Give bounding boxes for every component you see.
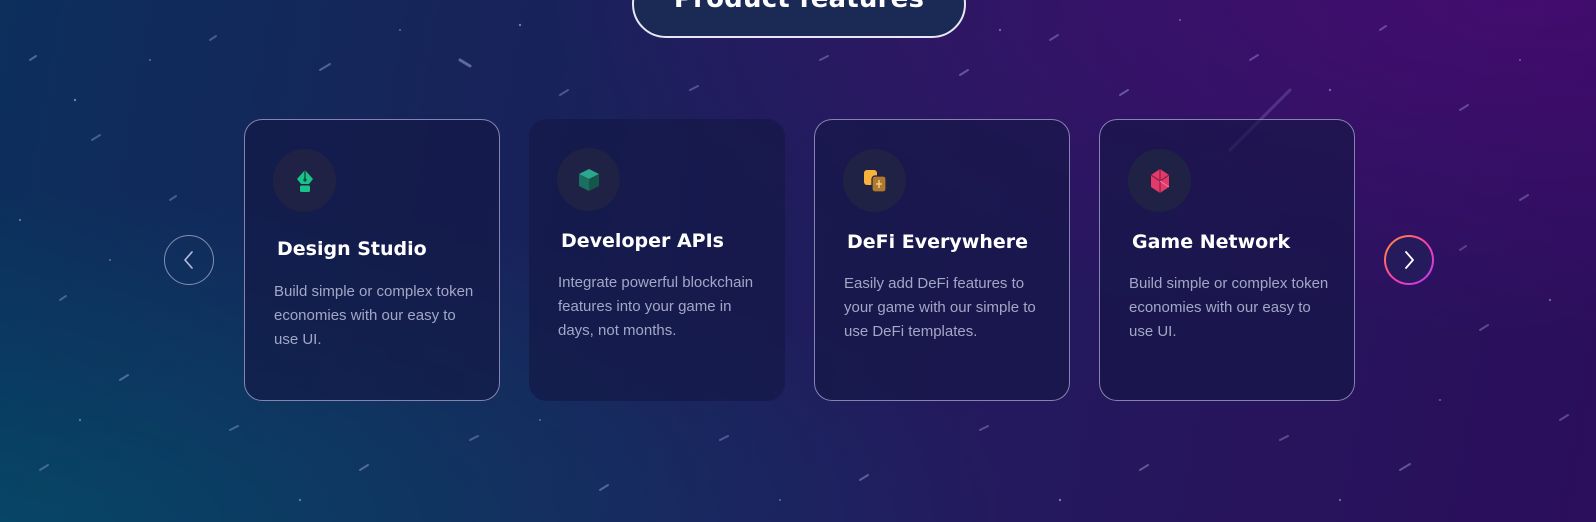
starfield-background bbox=[18, 19, 1569, 502]
feature-card-design-studio[interactable]: Design Studio Build simple or complex to… bbox=[244, 119, 500, 401]
feature-card-title: DeFi Everywhere bbox=[847, 231, 1028, 253]
feature-card-game-network[interactable]: Game Network Build simple or complex tok… bbox=[1099, 119, 1355, 401]
section-heading: Product features bbox=[674, 0, 924, 14]
feature-card-description: Build simple or complex token economies … bbox=[274, 283, 474, 348]
feature-card-developer-apis[interactable]: Developer APIs Integrate powerful blockc… bbox=[529, 119, 785, 401]
carousel-next-button[interactable] bbox=[1384, 235, 1434, 285]
pen-nib-icon bbox=[296, 169, 313, 192]
cube-icon bbox=[578, 168, 599, 191]
feature-card-description: Build simple or complex token economies … bbox=[1129, 275, 1329, 340]
feature-card-description: Integrate powerful blockchain features i… bbox=[558, 274, 754, 339]
chevron-left-icon bbox=[184, 251, 193, 269]
feature-icon-badge bbox=[1128, 149, 1191, 212]
feature-card-description: Easily add DeFi features to your game wi… bbox=[844, 275, 1036, 340]
feature-card-defi-everywhere[interactable]: DeFi Everywhere Easily add DeFi features… bbox=[814, 119, 1070, 401]
coins-icon bbox=[863, 169, 887, 193]
feature-card-title: Game Network bbox=[1132, 231, 1291, 253]
section-heading-pill: Product features bbox=[632, 0, 966, 38]
feature-icon-badge bbox=[843, 149, 906, 212]
chevron-right-icon bbox=[1405, 251, 1414, 269]
feature-icon-badge bbox=[557, 148, 620, 211]
feature-card-title: Design Studio bbox=[277, 238, 427, 260]
gem-icon bbox=[1150, 168, 1169, 193]
feature-card-title: Developer APIs bbox=[561, 230, 724, 252]
feature-icon-badge bbox=[273, 149, 336, 212]
carousel-prev-button[interactable] bbox=[164, 235, 214, 285]
